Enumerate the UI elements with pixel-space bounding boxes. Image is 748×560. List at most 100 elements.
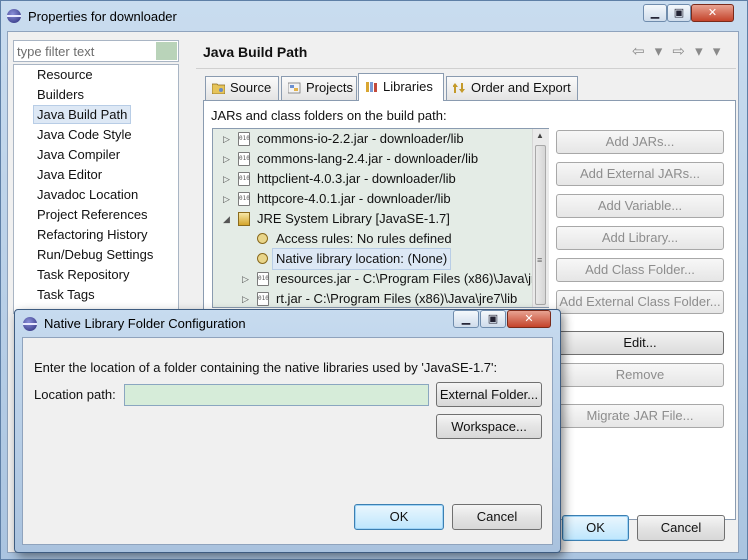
add-jars-button[interactable]: Add JARs... [556,130,724,154]
expanded-arrow-icon[interactable]: ◢ [223,209,230,229]
project-icon [288,82,301,94]
sidebar-item-label: Java Compiler [37,147,121,162]
minimize-button[interactable]: ▁ [643,4,667,22]
native-library-icon [257,253,268,264]
sidebar-item-label: Run/Debug Settings [37,247,154,262]
sidebar-item-java-editor[interactable]: Java Editor [14,165,178,185]
clear-filter-icon[interactable] [156,42,177,60]
add-class-folder-button[interactable]: Add Class Folder... [556,258,724,282]
libraries-icon [366,82,377,92]
tree-row-label: JRE System Library [JavaSE-1.7] [257,211,450,226]
dialog-close-button[interactable]: ✕ [507,310,551,328]
tree-row-label: commons-lang-2.4.jar - downloader/lib [257,151,479,166]
add-variable-button[interactable]: Add Variable... [556,194,724,218]
sidebar-item-label: Java Build Path [32,105,132,124]
jar-icon: 010 [238,152,250,166]
collapsed-arrow-icon[interactable]: ▷ [242,269,249,289]
dialog-eclipse-icon [23,317,37,331]
scroll-up-icon[interactable]: ▲ [536,131,544,140]
library-icon [238,212,250,226]
sidebar-item-label: Task Tags [37,287,95,302]
jar-icon: 010 [257,292,269,306]
sidebar-item-java-compiler[interactable]: Java Compiler [14,145,178,165]
window-title: Properties for downloader [28,9,177,24]
add-external-class-folder-button[interactable]: Add External Class Folder... [556,290,724,314]
sidebar-item-javadoc-location[interactable]: Javadoc Location [14,185,178,205]
sidebar-item-label: Javadoc Location [37,187,139,202]
tree-row-label: Native library location: (None) [271,248,452,270]
collapsed-arrow-icon[interactable]: ▷ [223,169,230,189]
tree-row-label: httpcore-4.0.1.jar - downloader/lib [257,191,451,206]
tree-row-label: resources.jar - C:\Program Files (x86)\J… [276,271,549,286]
tree-row[interactable]: ▷ 010 httpclient-4.0.3.jar - downloader/li… [213,169,548,189]
history-navigation-icon[interactable]: ⇦ ▾ ⇨ ▾ ▾ [632,42,723,60]
jar-icon: 010 [257,272,269,286]
collapsed-arrow-icon[interactable]: ▷ [242,289,249,307]
remove-button[interactable]: Remove [556,363,724,387]
filter-input[interactable] [13,40,179,62]
add-external-jars-button[interactable]: Add External JARs... [556,162,724,186]
sidebar-item-builders[interactable]: Builders [14,85,178,105]
collapsed-arrow-icon[interactable]: ▷ [223,149,230,169]
tab-projects-label: Projects [306,80,353,95]
dialog-minimize-button[interactable]: ▁ [453,310,479,328]
ok-button[interactable]: OK [562,515,629,541]
tree-row-label: httpclient-4.0.3.jar - downloader/lib [257,171,456,186]
tab-order-and-export[interactable]: Order and Export [446,76,578,100]
tab-source-label: Source [230,80,272,95]
tree-scrollbar[interactable]: ▲ ≡ [532,129,549,307]
sidebar-item-task-repository[interactable]: Task Repository [14,265,178,285]
collapsed-arrow-icon[interactable]: ▷ [223,129,230,149]
sidebar-item-java-build-path[interactable]: Java Build Path [14,105,178,125]
tree-row-label: commons-io-2.2.jar - downloader/lib [257,131,464,146]
sidebar-item-refactoring-history[interactable]: Refactoring History [14,225,178,245]
sidebar-item-label: Task Repository [37,267,130,282]
tab-order-and-export-label: Order and Export [471,80,571,95]
location-path-input[interactable] [124,384,429,406]
migrate-jar-button[interactable]: Migrate JAR File... [556,404,724,428]
tree-row[interactable]: ▷ 010 httpcore-4.0.1.jar - downloader/lib [213,189,548,209]
tree-row[interactable]: ◢ JRE System Library [JavaSE-1.7] [213,209,548,229]
jar-icon: 010 [238,192,250,206]
source-folder-icon [212,83,225,94]
tree-row[interactable]: ▷ 010 commons-lang-2.4.jar - downloader/li… [213,149,548,169]
sidebar-item-run-debug-settings[interactable]: Run/Debug Settings [14,245,178,265]
sidebar-item-label: Project References [37,207,148,222]
tree-row[interactable]: ▷ 010 commons-io-2.2.jar - downloader/lib [213,129,548,149]
tab-projects[interactable]: Projects [281,76,357,100]
sidebar-item-label: Java Editor [37,167,103,182]
access-rules-icon [257,233,268,244]
add-library-button[interactable]: Add Library... [556,226,724,250]
sidebar-item-task-tags[interactable]: Task Tags [14,285,178,305]
header-divider [196,68,736,69]
cancel-button[interactable]: Cancel [637,515,725,541]
close-button[interactable]: ✕ [691,4,734,22]
tree-row-label: Access rules: No rules defined [276,231,452,246]
sidebar-item-project-references[interactable]: Project References [14,205,178,225]
tree-row[interactable]: ▷ 010 resources.jar - C:\Program Files (x8… [213,269,548,289]
dialog-cancel-button[interactable]: Cancel [452,504,542,530]
scrollbar-grip-icon: ≡ [537,255,543,265]
workspace-button[interactable]: Workspace... [436,414,542,439]
sidebar-item-java-code-style[interactable]: Java Code Style [14,125,178,145]
maximize-button[interactable]: ▣ [667,4,691,22]
external-folder-button[interactable]: External Folder... [436,382,542,407]
jar-icon: 010 [238,132,250,146]
order-export-icon [453,83,465,93]
build-path-tree[interactable]: ▷ 010 commons-io-2.2.jar - downloader/lib ▷… [212,128,549,308]
dialog-title: Native Library Folder Configuration [44,316,246,331]
scrollbar-thumb[interactable] [535,145,546,305]
dialog-ok-button[interactable]: OK [354,504,444,530]
sidebar-item-resource[interactable]: Resource [14,65,178,85]
location-path-label: Location path: [34,387,116,402]
edit-button[interactable]: Edit... [556,331,724,355]
collapsed-arrow-icon[interactable]: ▷ [223,189,230,209]
tree-row-label: rt.jar - C:\Program Files (x86)\Java\jre… [276,291,518,306]
tree-row[interactable]: ▷ 010 rt.jar - C:\Program Files (x86)\Java… [213,289,548,307]
tab-libraries[interactable]: Libraries [358,73,444,101]
tab-source[interactable]: Source [205,76,279,100]
tree-row[interactable]: Access rules: No rules defined [213,229,548,249]
dialog-maximize-button[interactable]: ▣ [480,310,506,328]
tree-row[interactable]: Native library location: (None) [213,248,548,270]
property-page-list: Resource Builders Java Build Path Java Code… [13,64,179,314]
